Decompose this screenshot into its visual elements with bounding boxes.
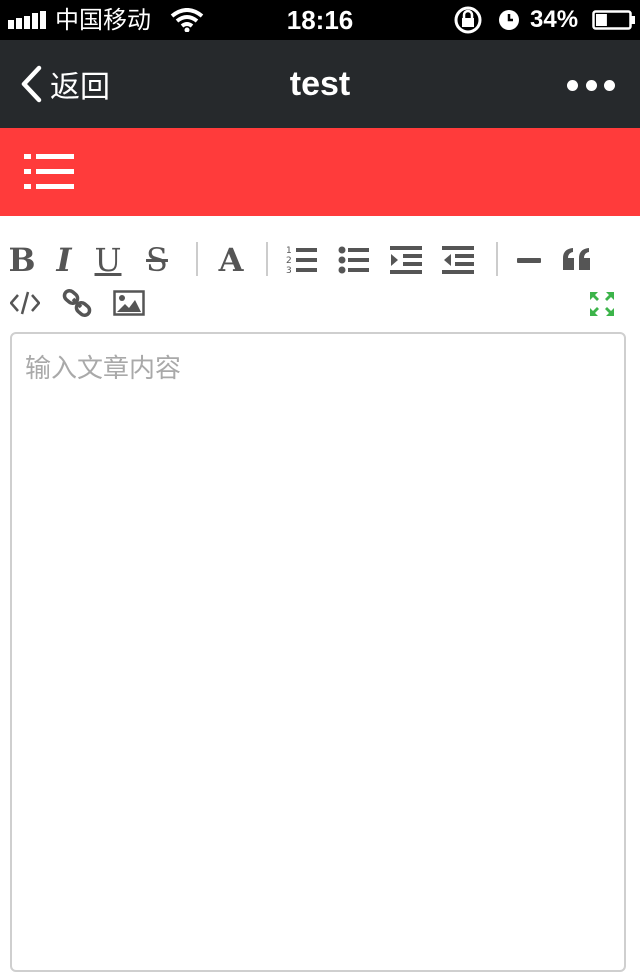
font-color-button[interactable]: A (214, 240, 248, 280)
quote-icon[interactable] (562, 244, 592, 276)
fullscreen-icon[interactable] (588, 290, 616, 318)
content-editor[interactable]: 输入文章内容 (10, 332, 626, 972)
underline-button[interactable]: U (92, 240, 124, 280)
link-icon[interactable] (62, 288, 92, 318)
strikethrough-button[interactable]: S (140, 240, 174, 280)
svg-text:1: 1 (286, 246, 292, 256)
toolbar-divider (196, 242, 198, 276)
more-dots-icon[interactable] (567, 78, 615, 92)
page-title: test (289, 65, 351, 103)
code-icon[interactable] (10, 290, 40, 316)
unordered-list-icon[interactable] (338, 244, 370, 276)
toolbar-divider (496, 242, 498, 276)
italic-label: I (56, 241, 72, 279)
font-color-label: A (218, 241, 244, 279)
status-bar: 中国移动 18:16 34% (0, 0, 640, 40)
svg-text:2: 2 (286, 256, 292, 266)
outdent-icon[interactable] (442, 244, 474, 276)
red-header (0, 128, 640, 216)
battery-icon (592, 10, 635, 30)
editor-placeholder: 输入文章内容 (25, 354, 182, 384)
alarm-icon (499, 10, 519, 30)
indent-icon[interactable] (390, 244, 422, 276)
list-menu-icon[interactable] (24, 150, 76, 194)
horizontal-rule-icon[interactable] (516, 244, 542, 276)
strikethrough-label: S (146, 241, 168, 279)
underline-label: U (94, 241, 122, 279)
italic-button[interactable]: I (48, 240, 80, 280)
navigation-bar: 返回 test (0, 40, 640, 128)
toolbar-divider (266, 242, 268, 276)
editor-toolbar: B I U S A 1 2 3 (0, 232, 640, 322)
image-icon[interactable] (113, 290, 145, 316)
bold-button[interactable]: B (6, 240, 38, 280)
svg-text:3: 3 (286, 266, 292, 276)
battery-percent: 34% (530, 6, 579, 33)
rotation-lock-icon (454, 6, 482, 34)
ordered-list-icon[interactable]: 1 2 3 (286, 244, 318, 276)
bold-label: B (8, 241, 36, 279)
